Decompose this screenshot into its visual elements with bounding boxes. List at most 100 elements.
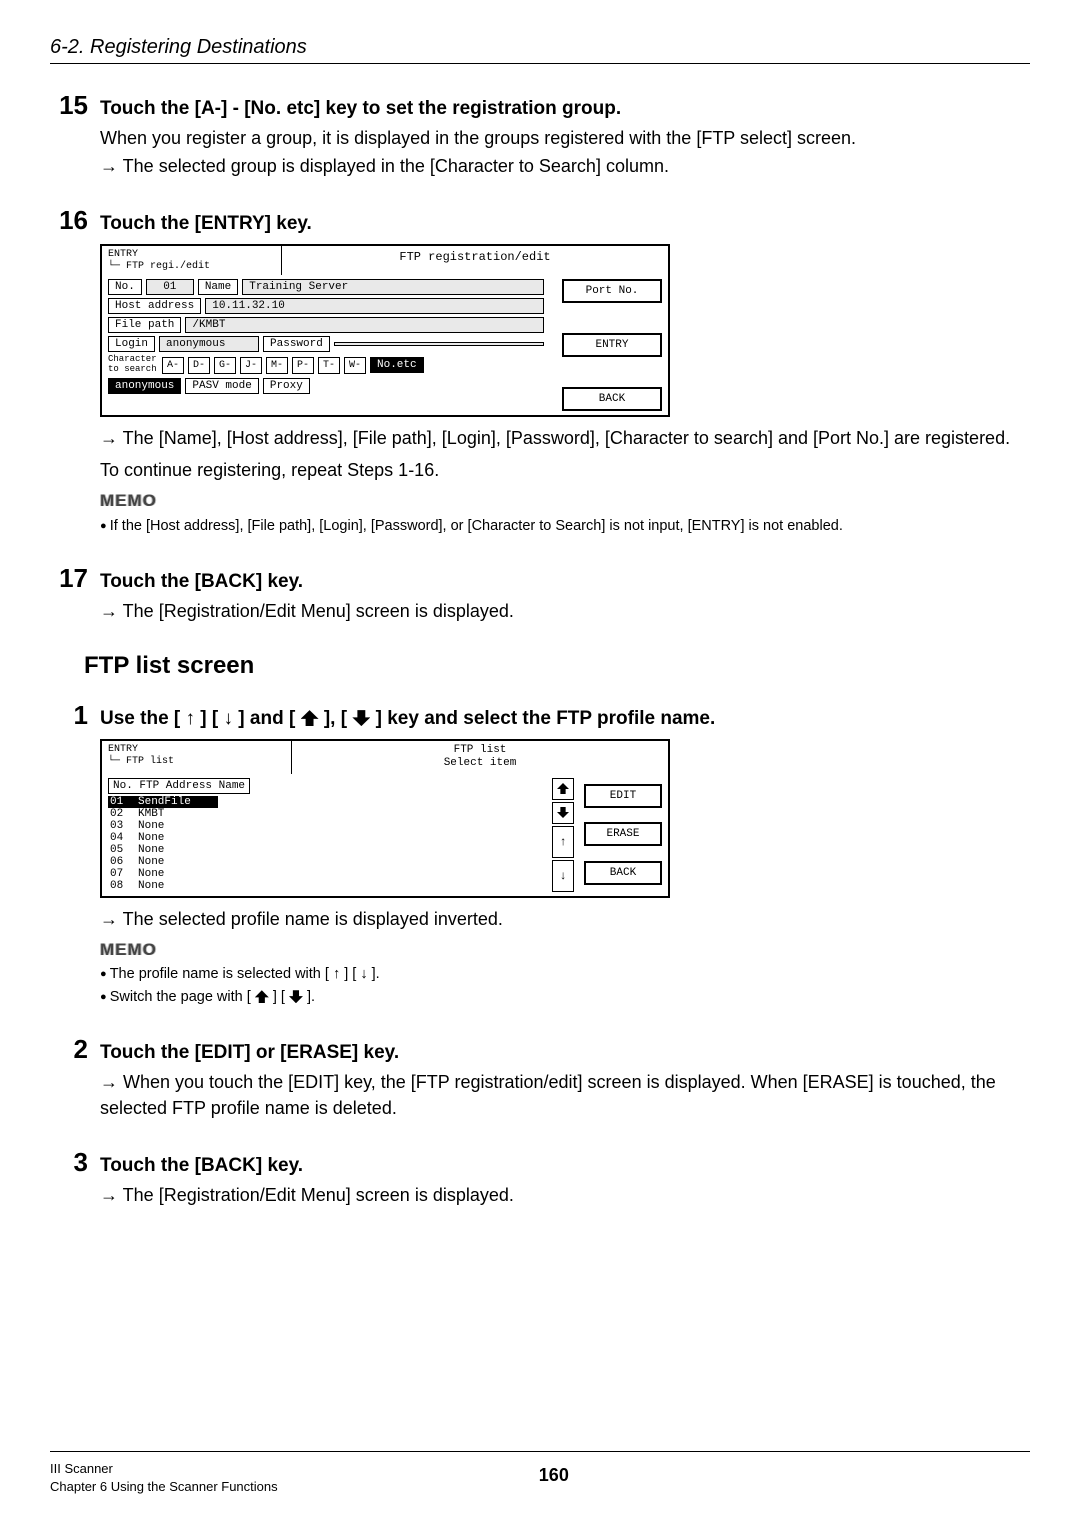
host-address-label: Host address [108,298,201,314]
ftp-list-area: No. FTP Address Name 01SendFile02KMBT03 N… [102,774,550,896]
list-item[interactable]: 04None [108,832,544,844]
proxy-button[interactable]: Proxy [263,378,310,394]
memo-item: The profile name is selected with [ ↑ ] … [100,964,1030,985]
page-down-button[interactable] [552,802,574,824]
step-title: Use the [ ↑ ] [ ↓ ] and [ ], [ ] key and… [100,708,715,730]
page-up-icon [557,783,569,794]
scroll-up-button[interactable]: ↑ [552,826,574,858]
step-result: → The selected profile name is displayed… [100,906,1030,932]
lcd-breadcrumb: ENTRY └─ FTP regi./edit [102,246,282,275]
memo-text: Switch the page with [ [110,989,251,1005]
entry-button[interactable]: ENTRY [562,333,662,357]
page-up-icon [255,990,269,1003]
scroll-column: ↑ ↓ [550,774,578,896]
section-header: 6-2. Registering Destinations [50,36,1030,59]
name-field[interactable]: Training Server [242,279,544,295]
pasv-mode-button[interactable]: PASV mode [185,378,258,394]
list-item-name: SendFile [138,796,191,808]
list-item[interactable]: 01SendFile [108,796,218,808]
password-label: Password [263,336,330,352]
memo-item: Switch the page with [ ] [ ]. [100,987,1030,1008]
page-up-button[interactable] [552,778,574,800]
lcd-title-line: Select item [295,757,665,770]
list-item[interactable]: 08 None [108,880,544,892]
erase-button[interactable]: ERASE [584,822,662,846]
list-item-name: None [138,820,164,832]
step-number: 15 [54,90,88,121]
no-label: No. [108,279,142,295]
step-number: 17 [54,563,88,594]
ftp-list-screen-heading: FTP list screen [84,652,1030,680]
login-label: Login [108,336,155,352]
list-item[interactable]: 07 None [108,868,544,880]
step-result: → When you touch the [EDIT] key, the [FT… [100,1069,1030,1121]
ftp-registration-lcd: ENTRY └─ FTP regi./edit FTP registration… [100,244,1030,417]
name-label: Name [198,279,238,295]
step-title: Touch the [A-] - [No. etc] key to set th… [100,98,621,120]
char-t-button[interactable]: T- [318,357,340,374]
footer-chapter: Chapter 6 Using the Scanner Functions [50,1478,278,1496]
lcd-title-line: FTP list [295,744,665,757]
header-divider [50,63,1030,64]
file-path-label: File path [108,317,181,333]
lcd-breadcrumb: ENTRY └─ FTP list [102,741,292,773]
list-item-name: None [138,868,164,880]
char-j-button[interactable]: J- [240,357,262,374]
list-item-name: None [138,880,164,892]
list-item-no: 03 [110,820,132,832]
anonymous-button[interactable]: anonymous [108,378,181,394]
character-to-search-label: Character to search [108,355,158,375]
step-title: Touch the [BACK] key. [100,571,303,593]
memo-label: MEMO [100,938,1030,963]
memo-text: ]. [307,989,315,1005]
page-footer: III Scanner Chapter 6 Using the Scanner … [50,1451,1030,1496]
back-button[interactable]: BACK [584,861,662,885]
file-path-field[interactable]: /KMBT [185,317,544,333]
list-header: No. FTP Address Name [108,778,250,794]
char-d-button[interactable]: D- [188,357,210,374]
step-number: 2 [54,1034,88,1065]
breadcrumb-root: ENTRY [108,249,275,261]
step-title: Touch the [EDIT] or [ERASE] key. [100,1042,399,1064]
step-number: 3 [54,1147,88,1178]
password-field[interactable] [334,342,544,346]
no-field[interactable]: 01 [146,279,194,295]
scroll-down-button[interactable]: ↓ [552,860,574,892]
list-item-no: 06 [110,856,132,868]
host-address-field[interactable]: 10.11.32.10 [205,298,544,314]
list-item-name: None [138,844,164,856]
list-item-no: 07 [110,868,132,880]
step-title-text: Use the [ ↑ ] [ ↓ ] and [ [100,708,295,729]
step-number: 1 [54,700,88,731]
list-item[interactable]: 03 None [108,820,544,832]
step-title-text: ] key and select the FTP profile name. [376,708,716,729]
list-item-name: None [138,832,164,844]
memo-label: MEMO [100,489,1030,514]
port-no-button[interactable]: Port No. [562,279,662,303]
char-w-button[interactable]: W- [344,357,366,374]
step-16: 16 Touch the [ENTRY] key. ENTRY └─ FTP r… [100,205,1030,537]
page-down-icon [557,807,569,818]
login-field[interactable]: anonymous [159,336,259,352]
list-item[interactable]: 02KMBT [108,808,544,820]
char-a-button[interactable]: A- [162,357,184,374]
memo-item: If the [Host address], [File path], [Log… [100,516,1030,537]
list-item[interactable]: 05 None [108,844,544,856]
list-item-no: 05 [110,844,132,856]
ftp-step-3: 3 Touch the [BACK] key. → The [Registrat… [100,1147,1030,1208]
edit-button[interactable]: EDIT [584,784,662,808]
ftp-step-1: 1 Use the [ ↑ ] [ ↓ ] and [ ], [ ] key a… [100,700,1030,1008]
list-item-no: 02 [110,808,132,820]
char-g-button[interactable]: G- [214,357,236,374]
step-title-text: ], [ [324,708,347,729]
list-item-name: None [138,856,164,868]
list-item[interactable]: 06 None [108,856,544,868]
breadcrumb-root: ENTRY [108,744,285,756]
char-p-button[interactable]: P- [292,357,314,374]
back-button[interactable]: BACK [562,387,662,411]
list-item-no: 08 [110,880,132,892]
no-etc-button[interactable]: No.etc [370,357,424,373]
step-17: 17 Touch the [BACK] key. → The [Registra… [100,563,1030,624]
page-number: 160 [278,1465,830,1486]
char-m-button[interactable]: M- [266,357,288,374]
